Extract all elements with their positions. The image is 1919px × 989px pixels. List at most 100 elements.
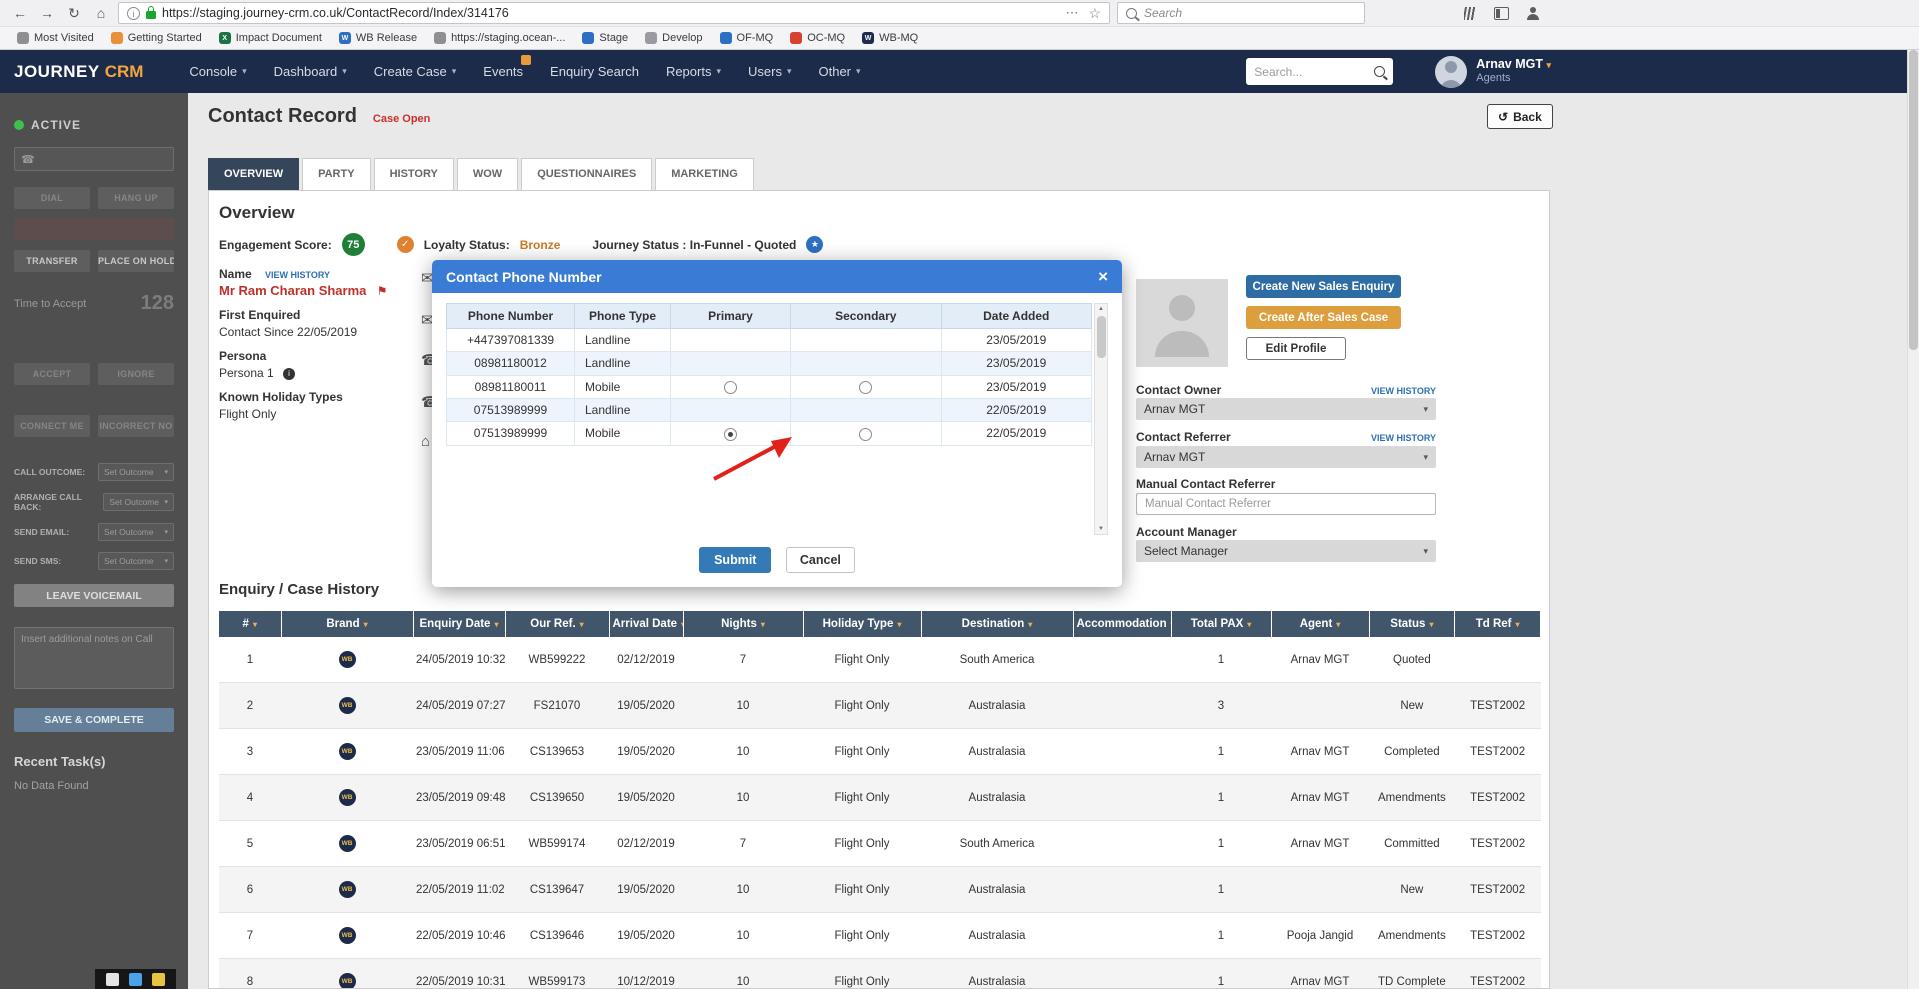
create-after-sales-case-button[interactable]: Create After Sales Case: [1246, 306, 1401, 329]
nav-item[interactable]: Users ▾: [748, 64, 791, 79]
nav-item[interactable]: Reports ▾: [666, 64, 721, 79]
enquiry-row[interactable]: 2 WB 24/05/2019 07:27 FS21070 19/05/2020…: [219, 682, 1541, 729]
taskbar-app-icon[interactable]: [129, 972, 142, 986]
home-icon[interactable]: ⌂: [421, 433, 430, 450]
submit-button[interactable]: Submit: [699, 547, 772, 573]
scroll-down-icon[interactable]: ▼: [1098, 526, 1104, 532]
phone-row[interactable]: 08981180011 Mobile 23/05/2019: [446, 374, 1092, 399]
page-actions-icon[interactable]: ⋯: [1065, 5, 1078, 21]
taskbar-app-icon[interactable]: [106, 972, 119, 986]
contact-referrer-select[interactable]: Arnav MGT ▾: [1136, 446, 1436, 468]
cancel-button[interactable]: Cancel: [785, 547, 855, 573]
home-icon[interactable]: ⌂: [91, 6, 111, 20]
column-header[interactable]: Accommodation▾: [1073, 611, 1172, 637]
edit-profile-button[interactable]: Edit Profile: [1246, 337, 1346, 360]
site-info-icon[interactable]: i: [127, 6, 140, 20]
navbar-search[interactable]: [1246, 58, 1394, 85]
call-notes-textarea[interactable]: [14, 627, 174, 689]
tab[interactable]: PARTY: [302, 158, 371, 190]
incorrect-no-button[interactable]: INCORRECT NO: [98, 415, 174, 437]
column-header[interactable]: # ▾: [219, 611, 282, 637]
scrollbar-thumb[interactable]: [1097, 316, 1106, 358]
enquiry-row[interactable]: 5 WB 23/05/2019 06:51 WB599174 02/12/201…: [219, 820, 1541, 867]
column-header[interactable]: Td Ref ▾: [1454, 611, 1541, 637]
phone-row[interactable]: 07513989999 Mobile 22/05/2019: [446, 421, 1092, 446]
enquiry-row[interactable]: 4 WB 23/05/2019 09:48 CS139650 19/05/202…: [219, 774, 1541, 821]
bookmark-item[interactable]: X Impact Document: [212, 30, 329, 46]
connect-me-button[interactable]: CONNECT ME: [14, 415, 90, 437]
column-header[interactable]: Agent ▾: [1271, 611, 1370, 637]
phone-row[interactable]: +447397081339 Landline 23/05/2019: [446, 327, 1092, 353]
column-header[interactable]: Holiday Type ▾: [803, 611, 922, 637]
transfer-button[interactable]: TRANSFER: [14, 250, 90, 272]
nav-item[interactable]: Events ▾: [483, 55, 532, 79]
refresh-icon[interactable]: ↻: [64, 6, 84, 20]
bookmark-item[interactable]: https://staging.ocean-...: [427, 30, 572, 46]
contact-owner-select[interactable]: Arnav MGT ▾: [1136, 398, 1436, 420]
library-icon[interactable]: [1464, 6, 1477, 20]
window-scrollbar[interactable]: [1907, 50, 1919, 989]
modal-scrollbar[interactable]: ▲ ▼: [1094, 303, 1108, 535]
enquiry-row[interactable]: 7 WB 22/05/2019 10:46 CS139646 19/05/202…: [219, 912, 1541, 959]
secondary-radio[interactable]: [859, 427, 873, 441]
browser-search[interactable]: [1117, 2, 1365, 24]
column-header[interactable]: Arrival Date▾: [609, 611, 684, 637]
nav-item[interactable]: Console ▾: [189, 64, 246, 79]
nav-item[interactable]: Other ▾: [818, 64, 860, 79]
browser-back-icon[interactable]: ←: [10, 6, 30, 20]
tab[interactable]: OVERVIEW: [208, 158, 300, 190]
column-header[interactable]: Destination ▾: [921, 611, 1074, 637]
tab[interactable]: WOW: [456, 158, 519, 190]
user-menu[interactable]: Arnav MGT ▾ Agents: [1476, 57, 1551, 85]
close-icon[interactable]: ×: [1098, 267, 1108, 287]
account-manager-select[interactable]: Select Manager ▾: [1136, 540, 1436, 562]
enquiry-row[interactable]: 8 WB 22/05/2019 10:31 WB599173 10/12/201…: [219, 958, 1541, 988]
ignore-button[interactable]: IGNORE: [98, 363, 174, 385]
tab[interactable]: HISTORY: [373, 158, 454, 190]
phone-number-field[interactable]: ☎: [14, 147, 174, 171]
outcome-select[interactable]: Set Outcome ▾: [98, 463, 174, 481]
manual-referrer-input[interactable]: [1136, 493, 1436, 515]
leave-voicemail-button[interactable]: LEAVE VOICEMAIL: [14, 584, 174, 607]
view-history-link[interactable]: VIEW HISTORY: [1371, 386, 1436, 396]
scrollbar-thumb[interactable]: [1909, 50, 1918, 350]
outcome-select[interactable]: Set Outcome ▾: [98, 552, 174, 570]
app-logo[interactable]: JOURNEY CRM: [14, 62, 143, 82]
outcome-select[interactable]: Set Outcome ▾: [98, 523, 174, 541]
dial-button[interactable]: DIAL: [14, 187, 90, 209]
column-header[interactable]: Brand ▾: [281, 611, 414, 637]
nav-item[interactable]: Enquiry Search ▾: [550, 64, 639, 79]
bookmark-item[interactable]: W WB-MQ: [855, 30, 925, 46]
save-complete-button[interactable]: SAVE & COMPLETE: [14, 708, 174, 732]
outcome-select[interactable]: Set Outcome ▾: [103, 493, 174, 511]
nav-item[interactable]: Create Case ▾: [374, 64, 457, 79]
info-icon[interactable]: i: [283, 367, 296, 380]
primary-radio[interactable]: [724, 427, 737, 441]
secondary-radio[interactable]: [859, 380, 873, 394]
url-text[interactable]: https://staging.journey-crm.co.uk/Contac…: [162, 6, 1059, 20]
create-new-sales-enquiry-button[interactable]: Create New Sales Enquiry: [1246, 275, 1401, 298]
bookmark-item[interactable]: Stage: [575, 30, 635, 46]
hang-up-button[interactable]: HANG UP: [98, 187, 174, 209]
column-header[interactable]: Total PAX ▾: [1171, 611, 1272, 637]
bookmark-item[interactable]: Getting Started: [104, 30, 209, 46]
column-header[interactable]: Our Ref. ▾: [505, 611, 610, 637]
taskbar-app-icon[interactable]: [152, 972, 165, 986]
navbar-search-input[interactable]: [1254, 64, 1369, 79]
user-avatar[interactable]: [1435, 55, 1468, 88]
bookmark-item[interactable]: Develop: [638, 30, 709, 46]
search-icon[interactable]: [1374, 66, 1386, 77]
browser-search-input[interactable]: [1144, 6, 1356, 20]
bookmark-item[interactable]: OC-MQ: [783, 30, 852, 46]
enquiry-row[interactable]: 6 WB 22/05/2019 11:02 CS139647 19/05/202…: [219, 866, 1541, 913]
url-bar[interactable]: i https://staging.journey-crm.co.uk/Cont…: [118, 2, 1110, 24]
phone-row[interactable]: 08981180012 Landline 23/05/2019: [446, 351, 1092, 376]
account-icon[interactable]: [1526, 6, 1539, 20]
enquiry-row[interactable]: 3 WB 23/05/2019 11:06 CS139653 19/05/202…: [219, 728, 1541, 775]
column-header[interactable]: Status ▾: [1369, 611, 1456, 637]
view-history-link[interactable]: VIEW HISTORY: [265, 270, 330, 280]
column-header[interactable]: Enquiry Date ▾: [413, 611, 506, 637]
flag-icon[interactable]: ⚑: [377, 284, 388, 298]
nav-item[interactable]: Dashboard ▾: [274, 64, 347, 79]
sidebar-toggle-icon[interactable]: [1494, 6, 1509, 20]
